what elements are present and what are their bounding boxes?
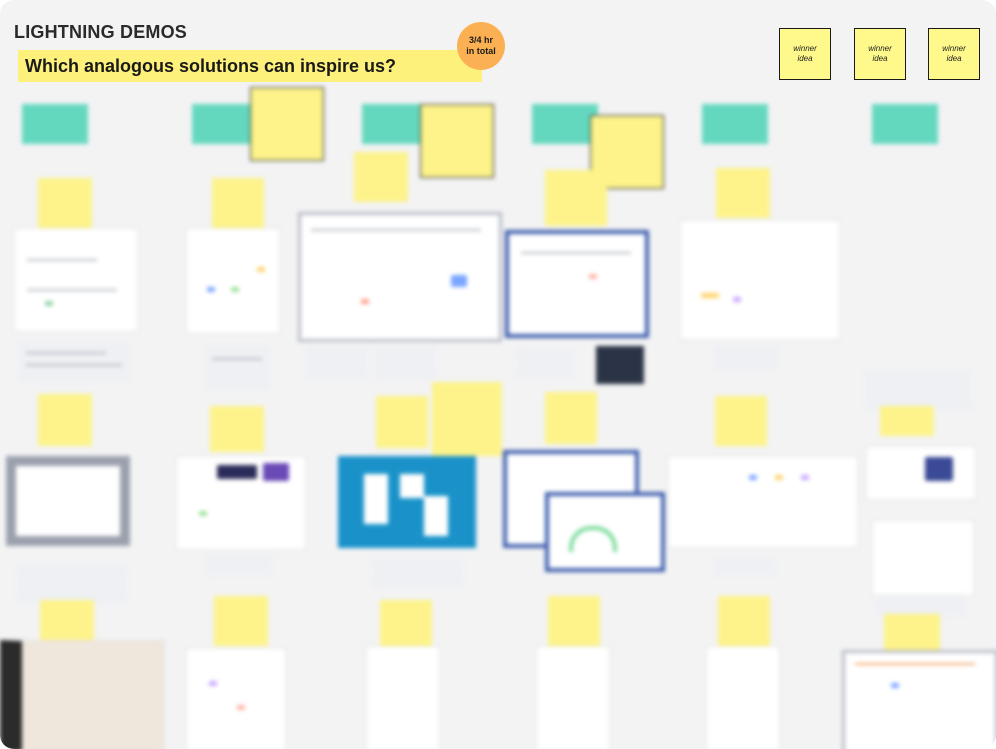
screenshot-image[interactable] xyxy=(842,650,996,749)
column-tag[interactable] xyxy=(532,104,598,144)
winner-idea-label: winner idea xyxy=(868,44,892,63)
sticky-note[interactable] xyxy=(420,104,494,178)
comment-note[interactable] xyxy=(18,342,130,382)
question-banner[interactable]: Which analogous solutions can inspire us… xyxy=(18,50,482,82)
winner-idea-sticky-1[interactable]: winner idea xyxy=(779,28,831,80)
comment-note[interactable] xyxy=(206,556,272,576)
comment-note[interactable] xyxy=(876,594,966,616)
screenshot-image[interactable] xyxy=(186,228,280,334)
sticky-note[interactable] xyxy=(380,600,432,646)
screenshot-image[interactable] xyxy=(505,230,649,338)
column-tag[interactable] xyxy=(702,104,768,144)
column-tag[interactable] xyxy=(22,104,88,144)
winner-idea-label: winner idea xyxy=(793,44,817,63)
board-title: LIGHTNING DEMOS xyxy=(14,22,187,42)
sticky-note[interactable] xyxy=(545,170,607,226)
screenshot-image[interactable] xyxy=(298,212,502,342)
time-badge[interactable]: 3/4 hr in total xyxy=(457,22,505,70)
winner-idea-sticky-3[interactable]: winner idea xyxy=(928,28,980,80)
comment-note[interactable] xyxy=(714,346,778,370)
sticky-note[interactable] xyxy=(884,614,940,650)
blurred-board-content xyxy=(0,87,996,749)
sticky-note[interactable] xyxy=(210,406,264,452)
screenshot-image[interactable] xyxy=(186,648,286,749)
screenshot-image[interactable] xyxy=(872,520,974,596)
time-badge-line1: 3/4 hr xyxy=(468,35,493,45)
column-tag[interactable] xyxy=(872,104,938,144)
sticky-note[interactable] xyxy=(214,596,268,646)
sticky-note[interactable] xyxy=(548,596,600,646)
screenshot-image[interactable] xyxy=(176,456,306,550)
screenshot-image[interactable] xyxy=(14,228,138,332)
sticky-note[interactable] xyxy=(716,168,770,218)
comment-note[interactable] xyxy=(516,348,574,378)
screenshot-image[interactable] xyxy=(366,646,440,749)
sticky-note[interactable] xyxy=(718,596,770,646)
video-thumbnail[interactable] xyxy=(596,346,644,384)
comment-note[interactable] xyxy=(372,558,464,588)
whiteboard-canvas[interactable]: LIGHTNING DEMOS Which analogous solution… xyxy=(0,0,996,749)
sticky-note[interactable] xyxy=(250,87,324,161)
screenshot-image[interactable] xyxy=(706,646,780,749)
screenshot-image[interactable] xyxy=(545,492,665,572)
time-badge-line2: in total xyxy=(466,46,496,56)
sticky-note[interactable] xyxy=(545,392,597,444)
comment-note[interactable] xyxy=(16,564,128,604)
logo-image[interactable] xyxy=(338,456,476,548)
sticky-note[interactable] xyxy=(354,152,408,202)
sticky-note[interactable] xyxy=(212,178,264,230)
winner-idea-label: winner idea xyxy=(942,44,966,63)
comment-note[interactable] xyxy=(864,370,972,410)
sticky-note[interactable] xyxy=(432,382,502,456)
question-text: Which analogous solutions can inspire us… xyxy=(25,56,397,76)
column-tag[interactable] xyxy=(192,104,258,144)
screenshot-image[interactable] xyxy=(668,456,858,548)
screenshot-image[interactable] xyxy=(866,446,976,500)
sticky-note[interactable] xyxy=(880,406,934,436)
sticky-note[interactable] xyxy=(376,396,428,448)
sticky-note[interactable] xyxy=(38,394,92,446)
sticky-note[interactable] xyxy=(715,396,767,446)
sticky-note[interactable] xyxy=(38,178,92,230)
comment-note[interactable] xyxy=(206,346,270,390)
comment-note[interactable] xyxy=(374,346,436,380)
screenshot-image[interactable] xyxy=(680,220,840,340)
screenshot-image[interactable] xyxy=(0,640,165,749)
comment-note[interactable] xyxy=(306,346,368,380)
comment-note[interactable] xyxy=(714,558,776,576)
screenshot-image[interactable] xyxy=(536,646,610,749)
column-tag[interactable] xyxy=(362,104,428,144)
winner-idea-sticky-2[interactable]: winner idea xyxy=(854,28,906,80)
screenshot-image[interactable] xyxy=(6,456,130,546)
